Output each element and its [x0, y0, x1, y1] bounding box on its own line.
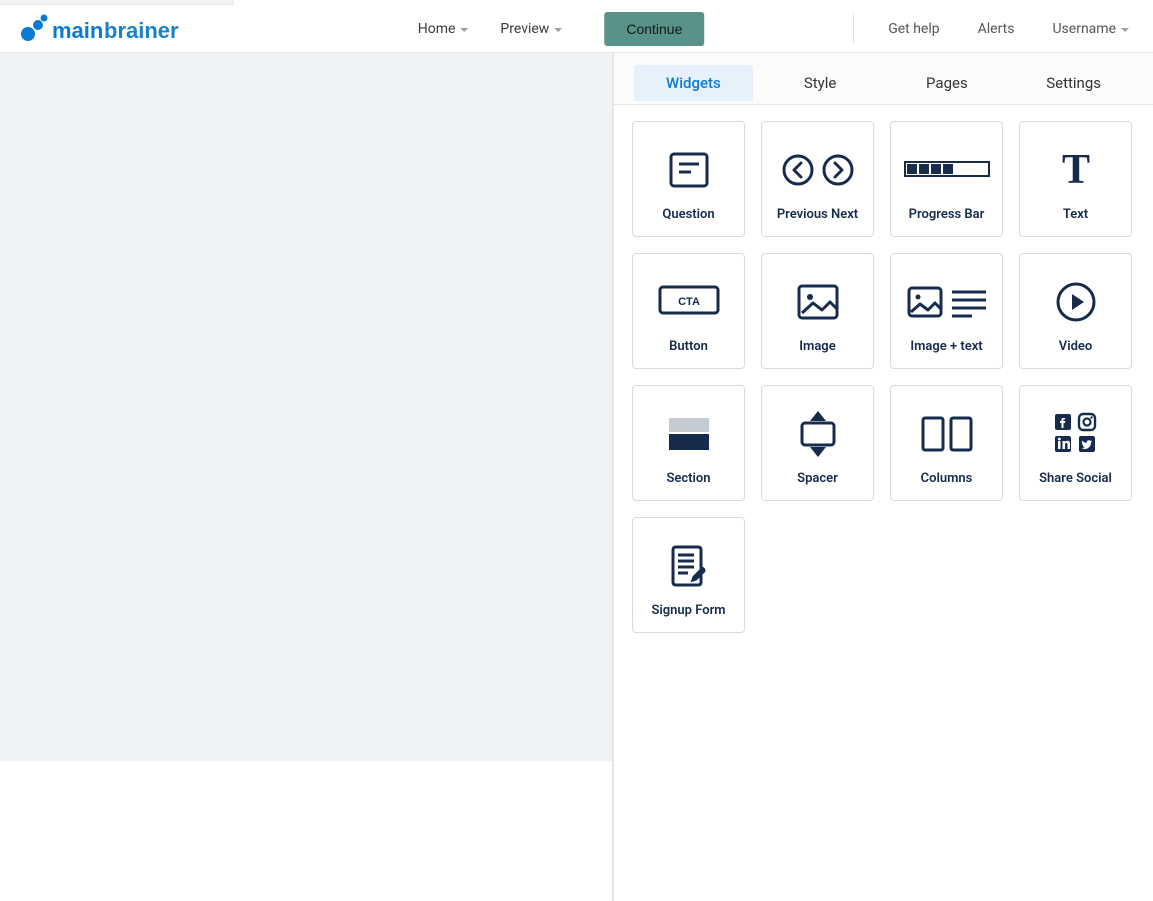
tab-widgets[interactable]: Widgets [634, 65, 753, 101]
widget-share-social[interactable]: Share Social [1019, 385, 1132, 501]
nav-preview[interactable]: Preview [496, 15, 566, 43]
nav-get-help-label: Get help [888, 21, 939, 37]
widget-button[interactable]: CTA Button [632, 253, 745, 369]
tab-settings[interactable]: Settings [1014, 65, 1133, 101]
widget-columns[interactable]: Columns [890, 385, 1003, 501]
widget-question[interactable]: Question [632, 121, 745, 237]
widget-image-label: Image [799, 339, 835, 354]
widget-signup-form-label: Signup Form [651, 603, 725, 618]
widget-previous-next[interactable]: Previous Next [761, 121, 874, 237]
widget-share-social-label: Share Social [1039, 471, 1112, 486]
widget-image[interactable]: Image [761, 253, 874, 369]
image-icon [766, 264, 869, 339]
tab-pages[interactable]: Pages [888, 65, 1007, 101]
nav-alerts-label: Alerts [978, 21, 1015, 37]
widget-columns-label: Columns [921, 471, 973, 486]
widget-image-text-label: Image + text [910, 339, 982, 354]
nav-preview-label: Preview [500, 21, 549, 37]
text-icon: T [1024, 132, 1127, 207]
widget-button-label: Button [669, 339, 708, 354]
brand-logo[interactable]: main brainer [0, 5, 210, 52]
widget-text[interactable]: T Text [1019, 121, 1132, 237]
widget-section-label: Section [666, 471, 710, 486]
widget-signup-form[interactable]: Signup Form [632, 517, 745, 633]
widget-previous-next-label: Previous Next [777, 207, 858, 222]
image-text-icon [895, 264, 998, 339]
panel-tabs: Widgets Style Pages Settings [614, 53, 1153, 105]
top-navbar: main brainer Home Preview Continue Get h… [0, 5, 1153, 53]
progress-bar-icon [895, 132, 998, 207]
nav-right: Get help Alerts Username [853, 5, 1133, 52]
nav-alerts[interactable]: Alerts [974, 15, 1019, 43]
widget-section[interactable]: Section [632, 385, 745, 501]
widget-video-label: Video [1059, 339, 1093, 354]
nav-username[interactable]: Username [1048, 15, 1133, 43]
spacer-icon [766, 396, 869, 471]
video-play-icon [1024, 264, 1127, 339]
tab-style-label: Style [804, 74, 837, 92]
columns-icon [895, 396, 998, 471]
tab-widgets-label: Widgets [666, 74, 721, 92]
main-area: Widgets Style Pages Settings Question [0, 53, 1153, 901]
widget-grid: Question Previous Next [614, 105, 1153, 649]
widget-progress-bar[interactable]: Progress Bar [890, 121, 1003, 237]
tab-style[interactable]: Style [761, 65, 880, 101]
widget-image-text[interactable]: Image + text [890, 253, 1003, 369]
widget-spacer-label: Spacer [797, 471, 838, 486]
widget-progress-bar-label: Progress Bar [909, 207, 985, 222]
continue-button[interactable]: Continue [604, 12, 704, 46]
nav-get-help[interactable]: Get help [884, 15, 943, 43]
section-icon [637, 396, 740, 471]
nav-username-label: Username [1052, 21, 1116, 37]
caret-down-icon [1121, 28, 1129, 32]
canvas-column [0, 53, 613, 901]
nav-center: Home Preview Continue [414, 5, 705, 52]
widget-video[interactable]: Video [1019, 253, 1132, 369]
signup-form-icon [637, 528, 740, 603]
question-icon [637, 132, 740, 207]
vertical-divider [853, 14, 854, 44]
previous-next-icon [766, 132, 869, 207]
nav-home[interactable]: Home [414, 15, 473, 43]
share-social-icon [1024, 396, 1127, 471]
svg-text:T: T [1061, 147, 1089, 193]
nav-home-label: Home [418, 21, 456, 37]
tab-pages-label: Pages [926, 74, 968, 92]
caret-down-icon [554, 28, 562, 32]
widget-question-label: Question [662, 207, 714, 222]
caret-down-icon [460, 28, 468, 32]
svg-text:brainer: brainer [104, 18, 179, 43]
button-cta-icon: CTA [637, 264, 740, 339]
editor-canvas[interactable] [0, 53, 613, 761]
side-panel: Widgets Style Pages Settings Question [613, 53, 1153, 901]
svg-text:CTA: CTA [678, 296, 700, 308]
svg-text:main: main [52, 18, 103, 43]
widget-text-label: Text [1063, 207, 1088, 222]
tab-settings-label: Settings [1046, 74, 1101, 92]
widget-spacer[interactable]: Spacer [761, 385, 874, 501]
